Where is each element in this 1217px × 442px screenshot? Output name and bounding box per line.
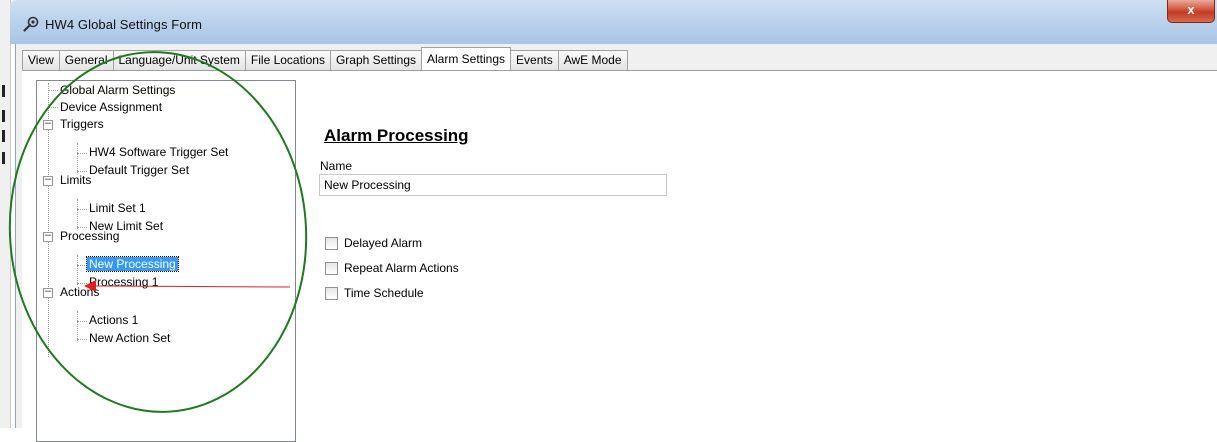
limits-collapse-toggle[interactable]: − xyxy=(43,176,53,186)
tree-item-label: Limits xyxy=(60,173,92,187)
tree-item-label: Actions xyxy=(60,285,100,299)
repeat-alarm-actions-checkbox-row[interactable]: Repeat Alarm Actions xyxy=(325,260,459,276)
title-bar[interactable]: HW4 Global Settings Form x xyxy=(10,0,1217,44)
tab-alarm-settings[interactable]: Alarm Settings xyxy=(421,47,512,70)
tree-item-device-assignment[interactable]: Device Assignment xyxy=(58,99,164,116)
tree-connector xyxy=(77,255,78,285)
tree-item-label-selected: New Processing xyxy=(86,256,179,272)
processing-collapse-toggle[interactable]: − xyxy=(43,232,53,242)
tree-connector xyxy=(77,209,87,210)
tab-events[interactable]: Events xyxy=(510,50,559,70)
tree-connector xyxy=(77,321,87,322)
alarm-settings-tree[interactable]: − − − − Global Alarm Settings Device Ass… xyxy=(36,80,296,442)
background-mark xyxy=(2,110,5,122)
background-mark xyxy=(2,85,5,97)
repeat-alarm-actions-checkbox[interactable] xyxy=(325,261,338,275)
tree-connector xyxy=(48,107,58,108)
tree-connector xyxy=(77,265,87,266)
tab-general[interactable]: General xyxy=(58,50,114,70)
background-mark xyxy=(2,152,5,164)
tab-language-unit-system[interactable]: Language/Unit System xyxy=(112,50,246,70)
tree-item-label: New Action Set xyxy=(89,331,171,345)
tree-item-label: Processing xyxy=(60,229,120,243)
settings-window: HW4 Global Settings Form x View General … xyxy=(10,0,1217,442)
tree-item-hw4-software-trigger-set[interactable]: HW4 Software Trigger Set xyxy=(87,144,230,161)
tab-graph-settings[interactable]: Graph Settings xyxy=(329,50,422,70)
tree-item-default-trigger-set[interactable]: Default Trigger Set xyxy=(87,162,191,179)
tree-connector xyxy=(77,143,78,173)
tree-item-label: HW4 Software Trigger Set xyxy=(89,145,229,159)
tree-item-new-processing[interactable]: New Processing xyxy=(86,256,179,273)
tree-item-label: Default Trigger Set xyxy=(89,163,190,177)
tree-item-limit-set-1[interactable]: Limit Set 1 xyxy=(87,200,148,217)
time-schedule-checkbox[interactable] xyxy=(325,286,338,300)
tree-item-label: Limit Set 1 xyxy=(89,201,146,215)
tree-item-actions-1[interactable]: Actions 1 xyxy=(87,312,140,329)
tree-item-processing[interactable]: Processing xyxy=(58,228,121,245)
delayed-alarm-checkbox-row[interactable]: Delayed Alarm xyxy=(325,235,422,251)
tree-connector xyxy=(77,199,78,229)
name-label: Name xyxy=(320,159,353,173)
tree-item-new-action-set[interactable]: New Action Set xyxy=(87,330,172,347)
tree-item-label: Device Assignment xyxy=(60,100,163,114)
tree-item-triggers[interactable]: Triggers xyxy=(58,116,106,133)
actions-collapse-toggle[interactable]: − xyxy=(43,288,53,298)
tree-item-label: Global Alarm Settings xyxy=(60,83,176,97)
time-schedule-checkbox-row[interactable]: Time Schedule xyxy=(325,285,424,301)
window-title: HW4 Global Settings Form xyxy=(45,17,203,32)
triggers-collapse-toggle[interactable]: − xyxy=(43,120,53,130)
wrench-icon xyxy=(23,16,39,32)
background-mark xyxy=(2,130,5,142)
repeat-alarm-actions-label: Repeat Alarm Actions xyxy=(344,261,459,275)
tree-item-global-alarm-settings[interactable]: Global Alarm Settings xyxy=(58,82,177,99)
tree-connector xyxy=(77,339,87,340)
tree-item-label: Triggers xyxy=(60,117,104,131)
tab-file-locations[interactable]: File Locations xyxy=(244,50,331,70)
alarm-settings-panel: − − − − Global Alarm Settings Device Ass… xyxy=(22,71,1217,442)
tab-strip: View General Language/Unit System File L… xyxy=(22,47,628,70)
tab-awe-mode[interactable]: AwE Mode xyxy=(557,50,628,70)
client-area: View General Language/Unit System File L… xyxy=(15,44,1217,442)
tree-connector xyxy=(77,153,87,154)
close-button[interactable]: x xyxy=(1167,0,1215,23)
name-input[interactable] xyxy=(319,174,667,196)
tree-connector xyxy=(48,90,58,91)
tab-view[interactable]: View xyxy=(22,50,60,70)
tree-item-actions[interactable]: Actions xyxy=(58,284,101,301)
delayed-alarm-checkbox[interactable] xyxy=(325,236,338,250)
tree-item-limits[interactable]: Limits xyxy=(58,172,93,189)
tree-connector xyxy=(77,311,78,341)
detail-heading: Alarm Processing xyxy=(324,126,469,145)
tree-item-label: Actions 1 xyxy=(89,313,139,327)
time-schedule-label: Time Schedule xyxy=(344,286,424,300)
delayed-alarm-label: Delayed Alarm xyxy=(344,236,423,250)
